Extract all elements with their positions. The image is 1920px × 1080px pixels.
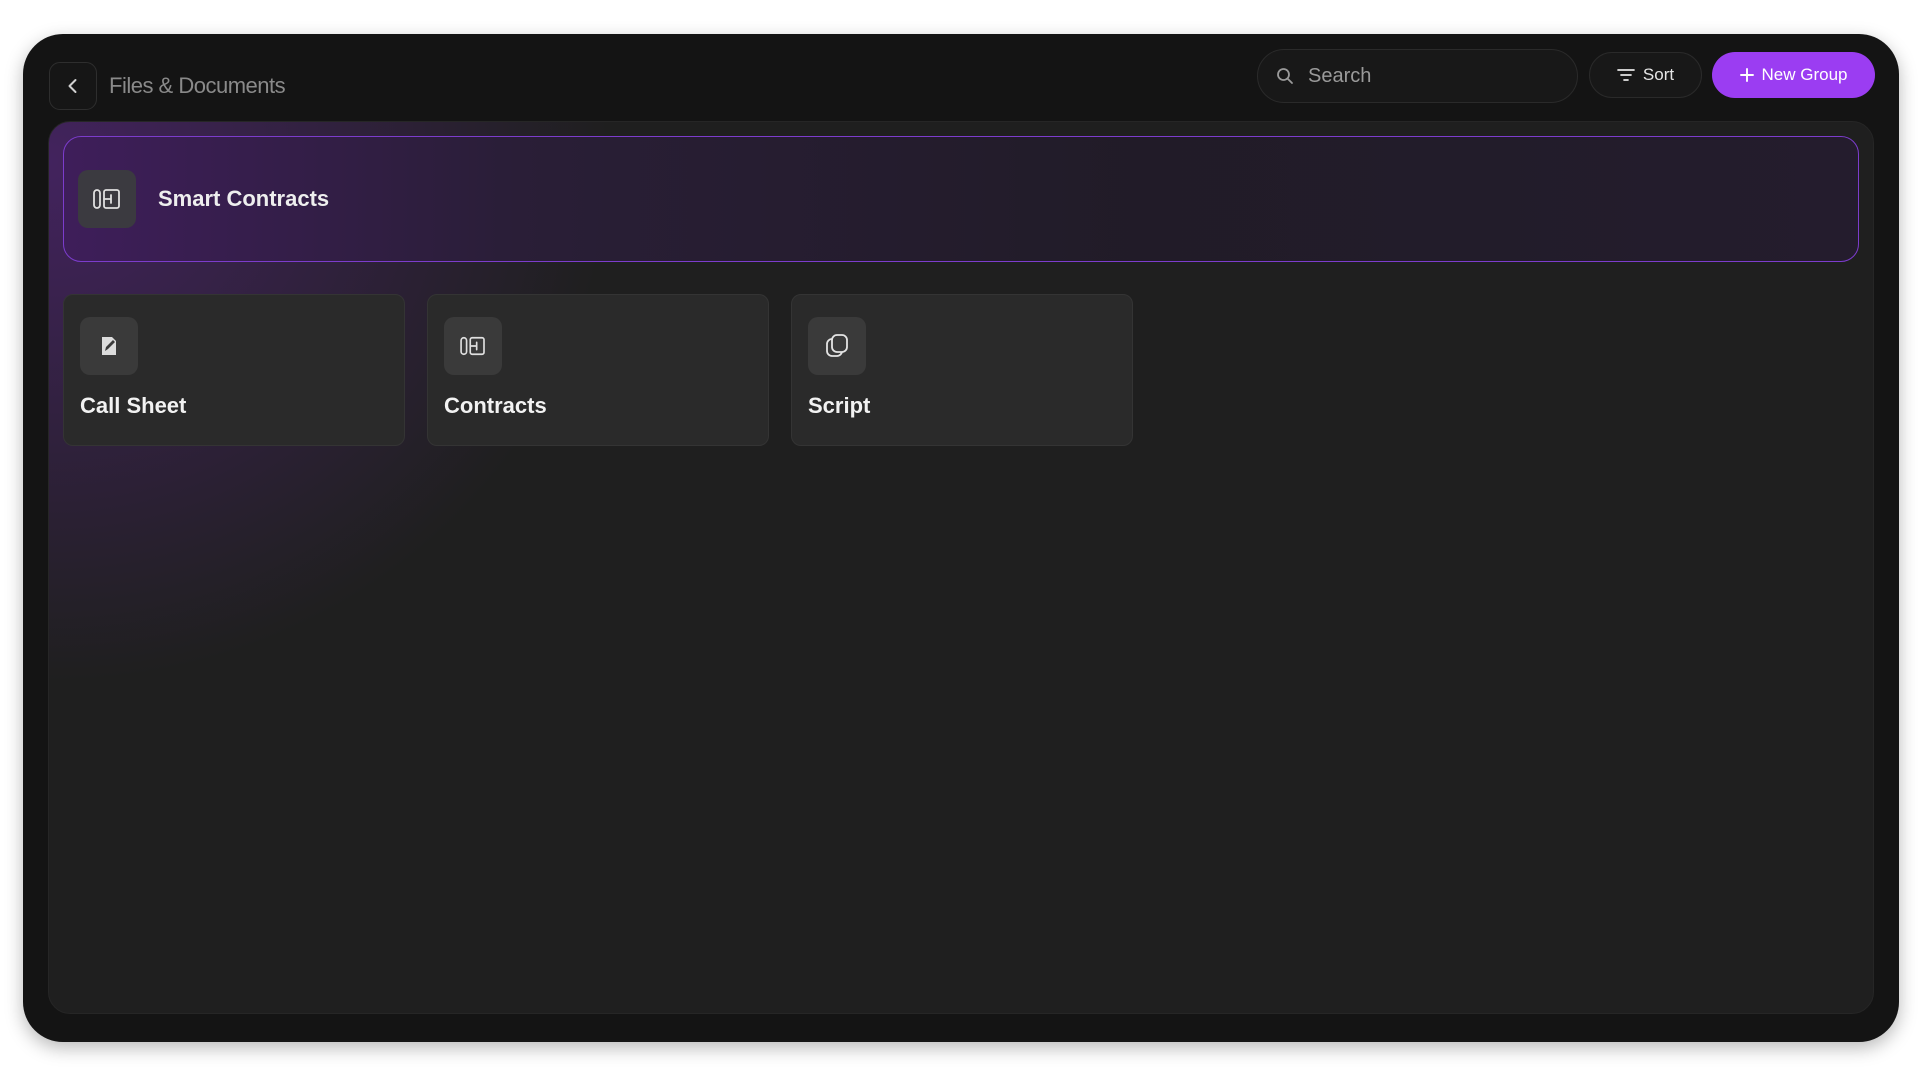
folder-icon-tile [808, 317, 866, 375]
content-panel: Smart Contracts Call Sheet Contracts Scr… [48, 121, 1874, 1014]
folder-card-script[interactable]: Script [791, 294, 1133, 446]
copy-pages-icon [826, 334, 848, 357]
search-box[interactable] [1257, 49, 1578, 103]
contract-icon [460, 336, 485, 356]
folder-card-contracts[interactable]: Contracts [427, 294, 769, 446]
contract-icon [93, 189, 120, 209]
edit-document-icon [102, 337, 116, 355]
folder-label: Script [808, 393, 871, 418]
folder-card-call-sheet[interactable]: Call Sheet [63, 294, 405, 446]
folder-grid: Call Sheet Contracts Script [63, 294, 1133, 446]
folder-label: Contracts [444, 393, 547, 418]
folder-icon-tile [444, 317, 502, 375]
search-input[interactable] [1308, 64, 1548, 88]
filter-lines-icon [1617, 69, 1635, 81]
new-group-button[interactable]: New Group [1712, 52, 1875, 98]
back-button[interactable] [49, 62, 97, 110]
featured-group-smart-contracts[interactable]: Smart Contracts [63, 136, 1859, 262]
app-window: Files & Documents Sort New Group [23, 34, 1899, 1042]
sort-button[interactable]: Sort [1589, 52, 1702, 98]
chevron-left-icon [68, 79, 77, 93]
sort-label: Sort [1642, 65, 1675, 84]
featured-icon-tile [78, 170, 136, 228]
page-title: Files & Documents [109, 73, 286, 98]
search-icon [1277, 68, 1293, 84]
plus-icon [1739, 68, 1754, 82]
folder-label: Call Sheet [80, 393, 187, 418]
new-group-label: New Group [1761, 65, 1848, 84]
featured-label: Smart Contracts [158, 186, 330, 211]
folder-icon-tile [80, 317, 138, 375]
